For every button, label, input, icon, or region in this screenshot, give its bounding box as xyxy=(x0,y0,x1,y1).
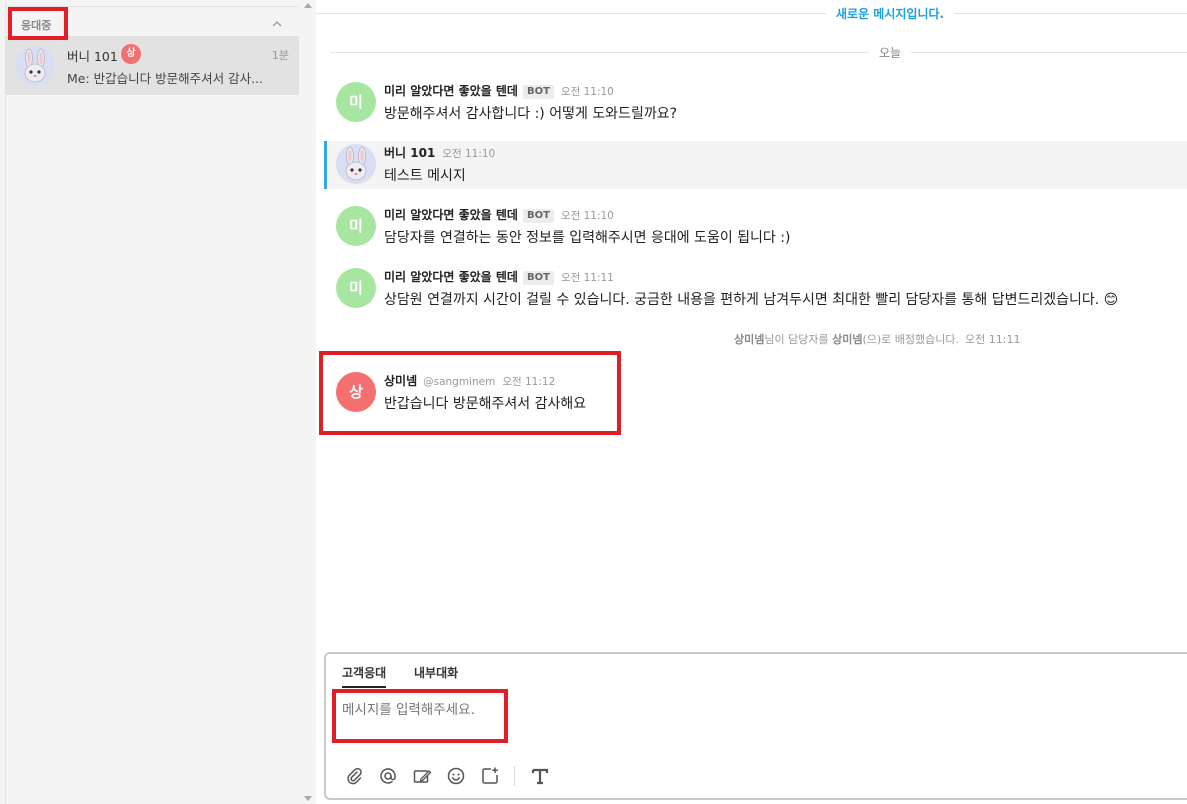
message-header: 상미넴 @sangminem 오전 11:12 xyxy=(384,372,555,389)
message-text: 반갑습니다 방문해주셔서 감사해요 xyxy=(384,396,587,412)
assignee-name: 상미넴 xyxy=(832,333,863,346)
new-messages-label: 새로운 메시지입니다. xyxy=(826,5,955,22)
message-item: 미 미리 알았다면 좋았을 텐데 BOT 오전 11:10 방문해주셔서 감사합니다… xyxy=(316,82,1187,126)
sender-name: 상미넴 xyxy=(384,374,418,388)
bot-avatar: 미 xyxy=(336,206,376,246)
message-item: 미 미리 알았다면 좋았을 텐데 BOT 오전 11:10 담당자를 연결하는 동안… xyxy=(316,206,1187,250)
chat-time: 1분 xyxy=(271,49,289,62)
text-format-icon[interactable] xyxy=(530,766,550,786)
sender-name: 미리 알았다면 좋았을 텐데 xyxy=(384,208,518,222)
message-time: 오전 11:11 xyxy=(560,272,614,284)
message-header: 미리 알았다면 좋았을 텐데 BOT 오전 11:11 xyxy=(384,268,614,285)
message-header: 버니 101 오전 11:10 xyxy=(384,144,495,161)
message-item: 버니 101 오전 11:10 테스트 메시지 xyxy=(316,144,1187,188)
bot-avatar: 미 xyxy=(336,268,376,308)
chat-list-item[interactable]: 버니 101 상 1분 Me: 반갑습니다 방문해주셔서 감사... xyxy=(5,36,299,95)
sidebar-scrollbar[interactable] xyxy=(299,0,316,804)
scroll-up-arrow-icon[interactable] xyxy=(304,3,312,8)
bunny-avatar xyxy=(336,144,376,184)
message-time: 오전 11:10 xyxy=(560,210,614,222)
sender-name: 미리 알았다면 좋았을 텐데 xyxy=(384,84,518,98)
sender-name: 버니 101 xyxy=(384,146,436,160)
chat-main: 새로운 메시지입니다. 오늘 미 미리 알았다면 좋았을 텐데 BOT 오전 11:… xyxy=(316,0,1187,804)
tab-customer[interactable]: 고객응대 xyxy=(342,664,387,688)
bot-tag: BOT xyxy=(522,271,554,285)
chevron-up-icon[interactable] xyxy=(271,15,283,27)
section-title: 응대중 xyxy=(21,19,52,32)
message-item: 상 상미넴 @sangminem 오전 11:12 반갑습니다 방문해주셔서 감사해… xyxy=(316,372,1187,416)
add-icon[interactable] xyxy=(480,766,500,786)
sender-handle: @sangminem xyxy=(423,376,496,388)
system-assignment-note: 상미넴님이 담당자를 상미넴(으)로 배정했습니다. 오전 11:11 xyxy=(734,331,1020,347)
sidebar-panel xyxy=(5,0,299,804)
chat-preview: Me: 반갑습니다 방문해주셔서 감사... xyxy=(67,71,264,86)
message-composer: 고객응대 내부대화 xyxy=(324,652,1187,800)
sender-name: 미리 알았다면 좋았을 텐데 xyxy=(384,270,518,284)
message-header: 미리 알았다면 좋았을 텐데 BOT 오전 11:10 xyxy=(384,82,614,99)
bunny-avatar xyxy=(15,46,55,86)
chat-name: 버니 101 xyxy=(67,49,118,64)
paperclip-icon[interactable] xyxy=(344,766,364,786)
date-label: 오늘 xyxy=(869,44,912,61)
sidebar: 응대중 버니 101 상 1분 Me: 반갑습니다 방문해주셔서 감사... xyxy=(0,0,316,804)
new-messages-divider xyxy=(316,13,1187,14)
at-icon[interactable] xyxy=(378,766,398,786)
emoji-icon[interactable] xyxy=(446,766,466,786)
bot-avatar: 미 xyxy=(336,82,376,122)
toolbar-divider xyxy=(514,766,515,786)
system-note-text: (으)로 배정했습니다. xyxy=(862,333,960,346)
message-time: 오전 11:12 xyxy=(502,376,556,388)
message-input[interactable] xyxy=(342,702,842,718)
message-text: 테스트 메시지 xyxy=(384,168,466,184)
scroll-down-arrow-icon[interactable] xyxy=(304,796,312,801)
message-text: 방문해주셔서 감사합니다 :) 어떻게 도와드릴까요? xyxy=(384,106,678,122)
edit-icon[interactable] xyxy=(412,766,432,786)
bot-tag: BOT xyxy=(522,85,554,99)
bot-tag: BOT xyxy=(522,209,554,223)
message-header: 미리 알았다면 좋았을 텐데 BOT 오전 11:10 xyxy=(384,206,614,223)
message-time: 오전 11:10 xyxy=(442,148,496,160)
system-note-time: 오전 11:11 xyxy=(965,333,1021,346)
message-text: 담당자를 연결하는 동안 정보를 입력해주시면 응대에 도움이 됩니다 :) xyxy=(384,230,791,246)
agent-avatar: 상 xyxy=(336,372,376,412)
message-item: 미 미리 알았다면 좋았을 텐데 BOT 오전 11:11 상담원 연결까지 시간이… xyxy=(316,268,1187,312)
section-header[interactable]: 응대중 xyxy=(5,6,299,36)
assignee-badge: 상 xyxy=(121,44,141,64)
assigner-name: 상미넴 xyxy=(734,333,765,346)
message-text: 상담원 연결까지 시간이 걸릴 수 있습니다. 궁금한 내용을 편하게 남겨두시… xyxy=(384,292,1119,308)
date-divider xyxy=(330,52,1187,53)
system-note-text: 님이 담당자를 xyxy=(764,333,833,346)
tab-internal[interactable]: 내부대화 xyxy=(414,664,458,686)
message-time: 오전 11:10 xyxy=(560,86,614,98)
